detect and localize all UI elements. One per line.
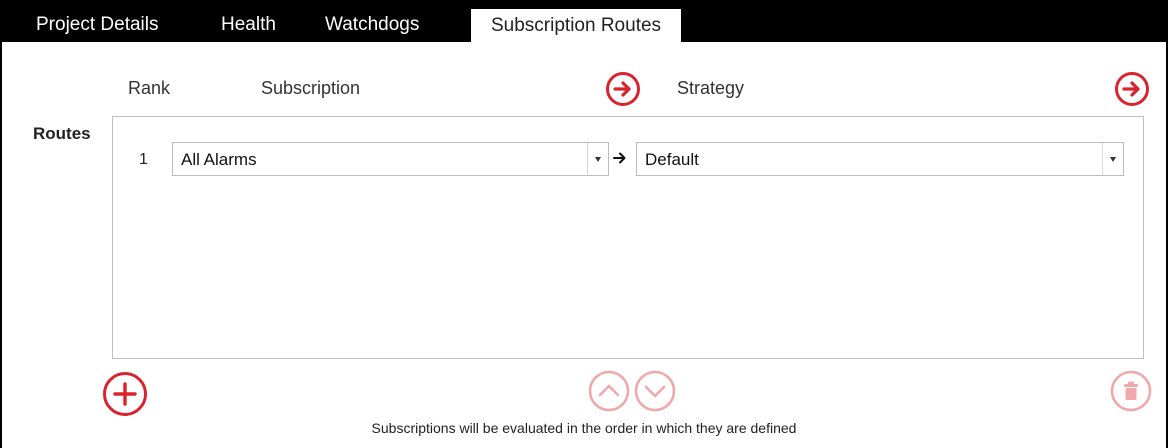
chevron-down-icon [1102, 143, 1123, 175]
routes-label: Routes [33, 124, 91, 143]
evaluation-order-note: Subscriptions will be evaluated in the o… [371, 420, 797, 436]
frame-border-left [0, 42, 2, 448]
move-down-button[interactable] [633, 369, 677, 418]
arrow-right-circle-icon [1115, 72, 1149, 106]
tab-watchdogs[interactable]: Watchdogs [325, 8, 419, 42]
arrow-right-circle-icon [606, 72, 640, 106]
subscription-select-value: All Alarms [181, 150, 257, 169]
strategy-header: Strategy [677, 78, 745, 98]
move-up-button[interactable] [587, 369, 631, 418]
subscription-header: Subscription [261, 78, 361, 98]
arrow-right-icon [613, 150, 627, 171]
strategy-select[interactable]: Default [636, 142, 1124, 176]
subscription-go-button[interactable] [605, 71, 641, 112]
add-route-button[interactable] [101, 370, 149, 423]
chevron-down-circle-icon [634, 370, 676, 412]
tab-bar: Project Details Health Watchdogs Subscri… [0, 0, 1168, 42]
tab-health[interactable]: Health [221, 8, 276, 42]
plus-circle-icon [103, 372, 147, 416]
route-rank: 1 [139, 151, 148, 168]
subscription-select[interactable]: All Alarms [172, 142, 609, 176]
strategy-go-button[interactable] [1114, 71, 1150, 112]
chevron-up-circle-icon [588, 370, 630, 412]
strategy-select-value: Default [645, 150, 699, 169]
rank-header: Rank [128, 78, 171, 98]
chevron-down-icon [587, 143, 608, 175]
tab-subscription-routes[interactable]: Subscription Routes [471, 9, 682, 42]
tab-project-details[interactable]: Project Details [36, 8, 159, 42]
trash-circle-icon [1110, 370, 1152, 412]
delete-route-button[interactable] [1109, 369, 1153, 418]
